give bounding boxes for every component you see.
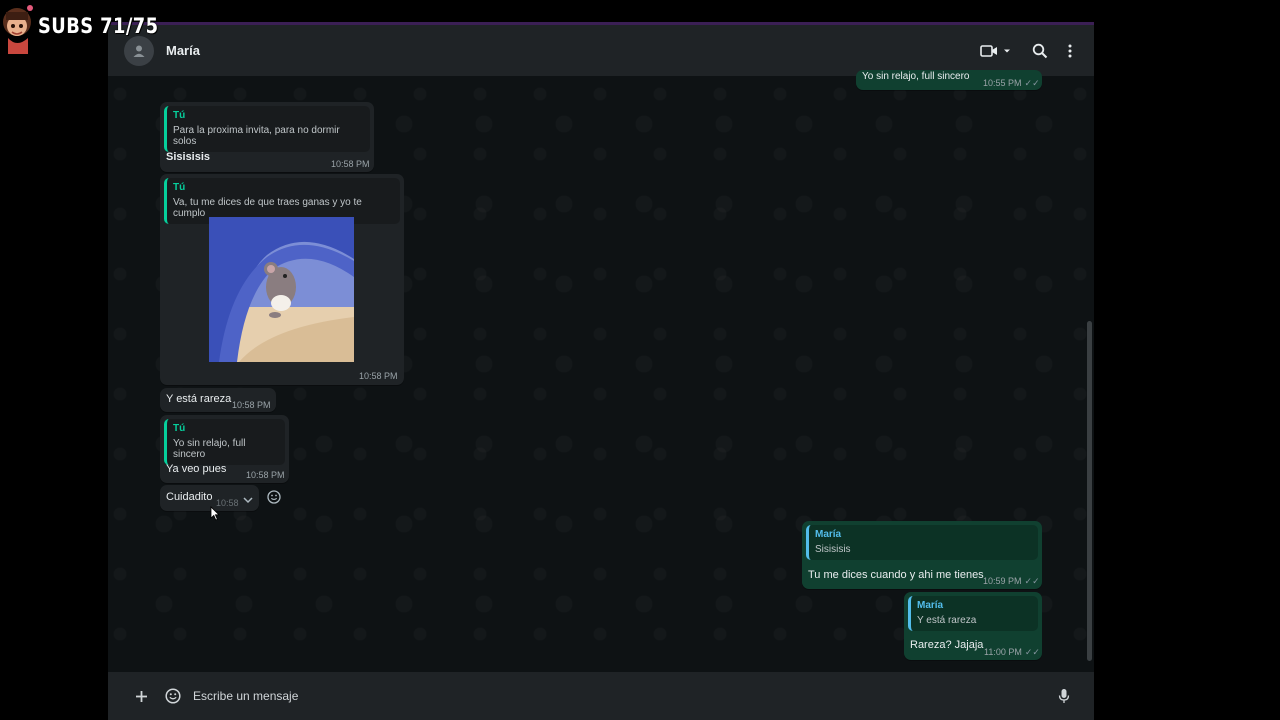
message-time: 10:58 PM <box>359 371 398 381</box>
emoji-smiley-icon <box>165 688 181 704</box>
quoted-message[interactable]: Tú Para la proxima invita, para no dormi… <box>164 106 370 152</box>
message-bubble-incoming[interactable]: Tú Yo sin relajo, full sincero Ya veo pu… <box>160 415 289 483</box>
video-call-icon <box>980 44 997 57</box>
message-input[interactable]: Escribe un mensaje <box>193 689 298 703</box>
chevron-down-icon <box>1004 49 1010 52</box>
quoted-message[interactable]: María Y está rareza <box>908 596 1038 631</box>
voice-message-button[interactable] <box>1058 688 1070 704</box>
message-time: 10:58 PM <box>246 470 285 480</box>
mouse-under-blanket-illustration <box>209 217 354 362</box>
plus-icon <box>136 690 147 702</box>
react-emoji-icon[interactable] <box>267 490 281 504</box>
message-time: 10:55 PM ✓✓ <box>983 78 1040 88</box>
search-button[interactable] <box>1032 43 1048 59</box>
whatsapp-window: María Yo sin relajo, full sincero 10:55 … <box>108 22 1094 720</box>
chat-scrollbar[interactable] <box>1087 321 1092 661</box>
message-menu-chevron-icon[interactable] <box>242 494 254 506</box>
message-list[interactable]: Yo sin relajo, full sincero 10:55 PM ✓✓ T… <box>108 70 1094 672</box>
more-options-button[interactable] <box>1068 44 1072 58</box>
mouse-cursor-icon <box>210 506 220 521</box>
cartoon-mouse-image[interactable] <box>209 217 354 362</box>
emoji-button[interactable] <box>165 688 181 704</box>
streamer-avatar-icon <box>3 5 33 54</box>
message-time: 10:59 PM ✓✓ <box>983 576 1040 586</box>
message-bubble-incoming[interactable]: Tú Para la proxima invita, para no dormi… <box>160 102 374 172</box>
quoted-message[interactable]: María Sisisisis <box>806 525 1038 560</box>
microphone-icon <box>1058 689 1070 703</box>
avatar-placeholder-icon <box>133 45 145 57</box>
message-bubble-outgoing[interactable]: María Y está rareza Rareza? Jajaja 11:00… <box>904 592 1042 660</box>
search-icon <box>1032 43 1048 58</box>
read-receipt-icon: ✓✓ <box>1024 647 1040 657</box>
read-receipt-icon: ✓✓ <box>1024 576 1040 586</box>
message-time: 11:00 PM ✓✓ <box>984 647 1040 657</box>
message-composer: Escribe un mensaje <box>108 672 1094 720</box>
more-options-icon <box>1068 44 1072 57</box>
contact-name[interactable]: María <box>166 43 200 58</box>
header-actions <box>980 43 1072 59</box>
contact-avatar[interactable] <box>124 35 154 66</box>
video-call-button[interactable] <box>980 44 1012 58</box>
message-time: 10:58 PM <box>331 159 370 169</box>
message-bubble-incoming[interactable]: Y está rareza 10:58 PM <box>160 388 276 412</box>
quoted-message[interactable]: Tú Yo sin relajo, full sincero <box>164 419 285 465</box>
read-receipt-icon: ✓✓ <box>1024 78 1040 88</box>
subs-counter: SUBS 71/75 <box>38 14 159 38</box>
message-time: 10:58 PM <box>232 400 271 410</box>
attach-button[interactable] <box>135 690 148 703</box>
message-bubble-outgoing[interactable]: María Sisisisis Tu me dices cuando y ahi… <box>802 521 1042 589</box>
message-bubble-outgoing[interactable]: Yo sin relajo, full sincero 10:55 PM ✓✓ <box>856 70 1042 90</box>
message-bubble-incoming-image[interactable]: Tú Va, tu me dices de que traes ganas y … <box>160 174 404 385</box>
chat-header: María <box>108 25 1094 76</box>
